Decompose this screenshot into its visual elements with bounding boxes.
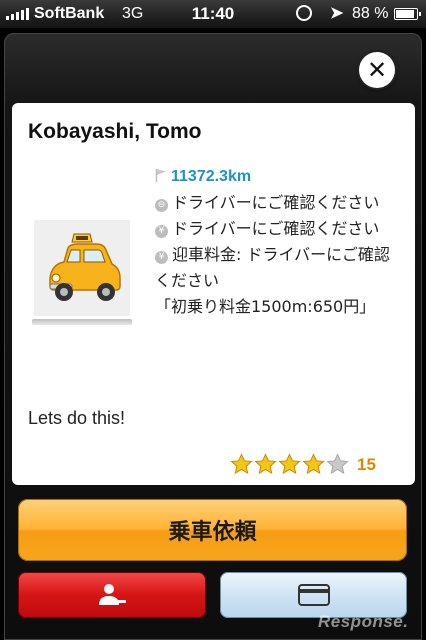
info-line-3: 迎車料金: ドライバーにご確認ください [155, 245, 390, 290]
ride-request-label: 乗車依頼 [168, 520, 257, 545]
star-filled-icon [302, 453, 325, 475]
star-filled-icon [230, 453, 253, 475]
ride-request-button[interactable]: 乗車依頼 [18, 499, 407, 561]
driver-name: Kobayashi, Tomo [28, 120, 202, 143]
distance-row: 11372.3km [155, 163, 405, 190]
driver-info: 11372.3km ⊖ ドライバーにご確認ください ¥ ドライバーにご確認ください … [155, 163, 405, 320]
status-bar: SoftBank 3G 11:40 ➤ 88 % [0, 0, 426, 28]
fare-note: 「初乗り料金1500m:650円」 [155, 297, 376, 316]
star-filled-icon [278, 453, 301, 475]
battery-fill [396, 10, 414, 18]
info-row-1: ⊖ ドライバーにご確認ください [155, 190, 405, 216]
battery-percent: 88 % [352, 5, 389, 22]
driver-message: Lets do this! [28, 408, 126, 428]
fare-note-row: 「初乗り料金1500m:650円」 [155, 294, 405, 320]
flag-icon [155, 169, 166, 182]
driver-rating: 15 [230, 453, 376, 476]
distance-value: 11372.3km [171, 168, 252, 185]
star-empty-icon [326, 453, 349, 475]
taxi-icon-shadow [32, 319, 132, 325]
clock-icon: ⊖ [155, 199, 168, 212]
driver-card: Kobayashi, Tomo 11372.3km ⊖ ドライバーにご確認くださ… [12, 103, 415, 485]
info-line-1: ドライバーにご確認ください [172, 193, 380, 212]
info-row-2: ¥ ドライバーにご確認ください [155, 216, 405, 242]
star-filled-icon [254, 453, 277, 475]
yen-icon: ¥ [155, 251, 168, 264]
close-icon[interactable]: ✕ [359, 52, 395, 88]
battery-icon [394, 8, 421, 20]
credit-card-icon [297, 584, 330, 606]
rotation-lock-icon [296, 5, 312, 21]
rating-count: 15 [357, 454, 376, 474]
taxi-icon [34, 220, 130, 316]
info-line-2: ドライバーにご確認ください [172, 219, 380, 238]
remove-driver-button[interactable] [18, 572, 206, 618]
rating-stars [230, 453, 350, 476]
info-row-3: ¥ 迎車料金: ドライバーにご確認ください [155, 242, 405, 294]
location-arrow-icon: ➤ [330, 5, 344, 22]
yen-icon: ¥ [155, 225, 168, 238]
watermark-logo: Response. [318, 612, 409, 631]
person-remove-icon [99, 584, 126, 605]
